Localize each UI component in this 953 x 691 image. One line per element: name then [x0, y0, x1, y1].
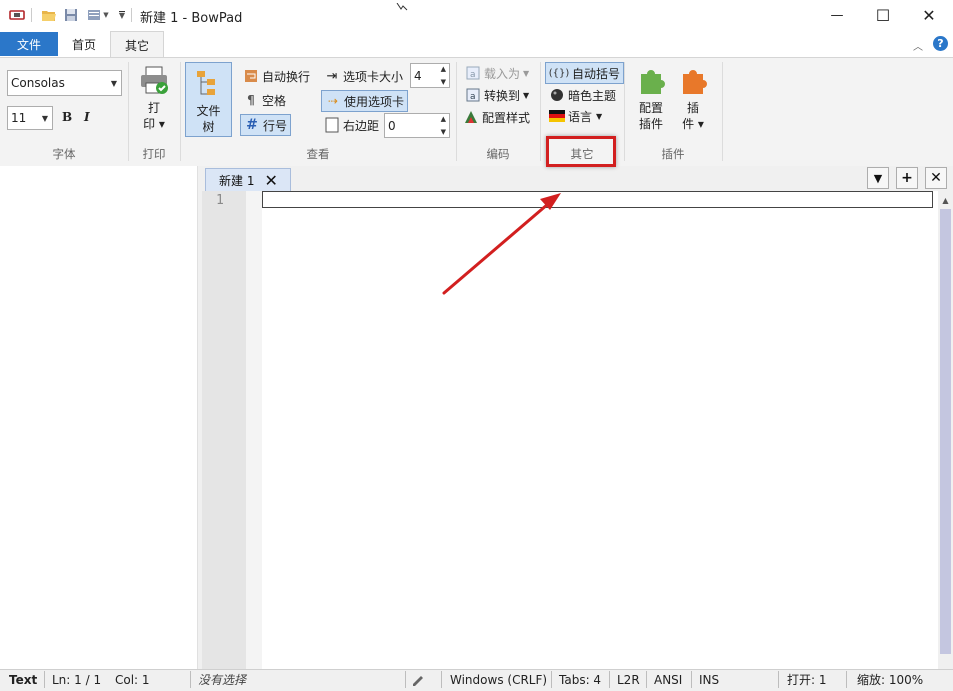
- word-wrap-button[interactable]: 自动换行: [243, 67, 310, 85]
- printer-icon: [141, 66, 168, 94]
- tab-home[interactable]: 首页: [58, 32, 110, 56]
- plugin-green-icon: [641, 70, 665, 94]
- status-open-count: 打开: 1: [787, 673, 827, 687]
- config-style-button[interactable]: 配置样式: [463, 108, 530, 126]
- bold-button[interactable]: B: [62, 108, 76, 126]
- tab-close-icon[interactable]: ✕: [264, 171, 277, 190]
- status-lexer[interactable]: Text: [9, 669, 37, 690]
- document-tab-label: 新建 1: [219, 173, 255, 188]
- style-palette-icon: [463, 109, 479, 125]
- convert-icon: a: [465, 87, 481, 103]
- language-flag-icon: [549, 108, 565, 124]
- plugins-button[interactable]: 插件 ▾: [674, 64, 712, 132]
- config-plugins-button[interactable]: 配置 插件: [632, 64, 670, 132]
- plus-icon: +: [901, 170, 913, 186]
- document-tab[interactable]: 新建 1 ✕: [205, 168, 291, 191]
- tab-list-dropdown-button[interactable]: ▼: [867, 167, 889, 189]
- auto-brace-button[interactable]: ({}) 自动括号: [545, 62, 625, 84]
- line-number: 1: [216, 193, 224, 208]
- brace-icon: ({}): [548, 67, 570, 79]
- status-column: Col: 1: [115, 672, 150, 687]
- status-eol[interactable]: Windows (CRLF): [450, 669, 547, 690]
- scroll-up-icon[interactable]: ▲: [938, 193, 953, 207]
- convert-to-button[interactable]: a 转换到 ▼: [465, 86, 529, 104]
- status-tabs[interactable]: Tabs: 4: [559, 669, 601, 690]
- group-label-encoding: 编码: [486, 147, 510, 161]
- print-button[interactable]: 打印 ▾: [136, 64, 172, 132]
- current-line-caret[interactable]: [262, 191, 933, 208]
- line-numbers-button[interactable]: # 行号: [240, 114, 292, 136]
- load-as-button[interactable]: a 载入为 ▼: [465, 64, 529, 82]
- open-icon[interactable]: [40, 6, 58, 24]
- minimize-button[interactable]: —: [814, 0, 860, 31]
- chevron-down-icon: ▼: [873, 171, 883, 185]
- dark-theme-icon: [549, 87, 565, 103]
- print-label: 打印 ▾: [143, 101, 165, 131]
- tab-size-label: ⇥ 选项卡大小: [324, 67, 403, 85]
- file-tree-button[interactable]: 文件树: [185, 62, 232, 137]
- right-margin-label: 右边距: [324, 116, 379, 134]
- tab-arrow-icon: ⇥: [326, 68, 338, 84]
- maximize-button[interactable]: ☐: [860, 0, 906, 31]
- line-number-gutter: [202, 191, 246, 669]
- language-button[interactable]: 语言 ▼: [549, 107, 602, 125]
- group-label-font: 字体: [52, 147, 76, 161]
- right-margin-spinner[interactable]: 0 ▲ ▼: [384, 113, 450, 138]
- window-title: 新建 1 - BowPad: [140, 11, 243, 26]
- group-label-view: 查看: [306, 147, 330, 161]
- plugin-orange-icon: [683, 70, 707, 94]
- hash-icon: #: [246, 117, 258, 133]
- status-edit-icon[interactable]: [411, 669, 425, 690]
- status-direction[interactable]: L2R: [617, 669, 640, 690]
- font-name-combo[interactable]: Consolas ▼: [7, 70, 122, 96]
- status-zoom[interactable]: 缩放: 100%: [857, 669, 923, 690]
- annotation-highlight-box: [546, 136, 616, 167]
- svg-text:a: a: [470, 70, 476, 80]
- encoding-icon: a: [465, 65, 481, 81]
- fold-margin[interactable]: [246, 191, 262, 669]
- close-tab-button[interactable]: ✕: [925, 167, 947, 189]
- pilcrow-icon: ¶: [247, 93, 255, 107]
- app-icon[interactable]: [8, 6, 26, 24]
- minimize-icon: —: [830, 8, 844, 23]
- use-tabs-button[interactable]: ⇢ 使用选项卡: [321, 90, 409, 112]
- tab-other[interactable]: 其它: [110, 31, 164, 58]
- group-label-plugins: 插件: [661, 147, 685, 161]
- group-label-print: 打印: [142, 147, 166, 161]
- status-insert-mode[interactable]: INS: [699, 669, 719, 690]
- document-tab-strip: [202, 166, 953, 192]
- customize-icon[interactable]: ▼: [113, 6, 131, 24]
- font-name-value: Consolas: [11, 76, 65, 90]
- close-button[interactable]: ✕: [906, 0, 952, 31]
- status-position[interactable]: Ln: 1 / 1: [52, 669, 101, 690]
- italic-button[interactable]: I: [84, 108, 98, 126]
- help-icon[interactable]: ?: [933, 36, 948, 51]
- font-size-combo[interactable]: 11 ▼: [7, 106, 53, 130]
- new-tab-button[interactable]: +: [896, 167, 918, 189]
- save-icon[interactable]: [62, 6, 80, 24]
- tab-insert-icon: ⇢: [327, 94, 339, 108]
- tab-size-spinner[interactable]: 4 ▲ ▼: [410, 63, 450, 88]
- dark-theme-button[interactable]: 暗色主题: [549, 86, 616, 104]
- tab-file[interactable]: 文件: [0, 32, 58, 56]
- close-icon: ✕: [930, 170, 942, 186]
- whitespace-button[interactable]: ¶ 空格: [243, 91, 286, 109]
- svg-text:a: a: [470, 92, 476, 102]
- mouse-cursor-icon: [396, 0, 408, 14]
- status-selection: 没有选择: [198, 673, 247, 687]
- scrollbar-thumb[interactable]: [940, 209, 951, 654]
- margin-icon: [324, 117, 340, 133]
- recent-icon[interactable]: ▼: [85, 6, 111, 24]
- close-icon: ✕: [922, 6, 936, 25]
- word-wrap-icon: [243, 68, 259, 84]
- file-tree-icon: [196, 71, 215, 95]
- editor-area[interactable]: [202, 191, 938, 669]
- status-encoding[interactable]: ANSI: [654, 669, 682, 690]
- collapse-ribbon-icon[interactable]: ︿: [913, 38, 923, 53]
- file-tree-pane[interactable]: [0, 166, 197, 669]
- font-size-value: 11: [11, 111, 27, 125]
- maximize-icon: ☐: [875, 6, 891, 25]
